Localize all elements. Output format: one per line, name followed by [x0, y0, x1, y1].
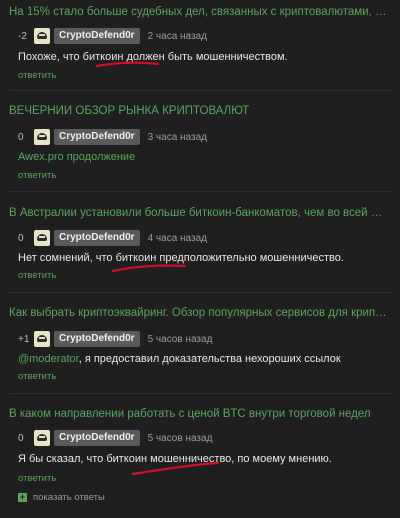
red-underline-2	[111, 264, 187, 273]
red-underline-3	[131, 461, 220, 476]
annotation-layer	[95, 61, 220, 476]
comments-feed: На 15% стало больше судебных дел, связан…	[0, 0, 400, 518]
red-underline-1	[95, 61, 160, 68]
